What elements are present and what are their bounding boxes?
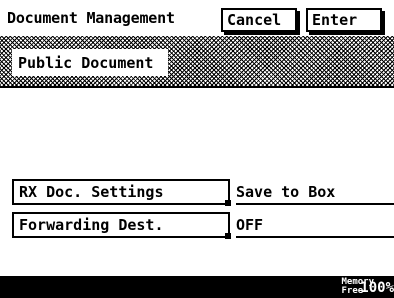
- enter-button[interactable]: Enter: [306, 8, 382, 32]
- forwarding-dest-value: OFF: [236, 212, 394, 238]
- status-bar: Memory Free 100%: [0, 276, 394, 298]
- document-type-field: Public Document: [12, 49, 168, 76]
- button-corner-mark: [225, 200, 231, 206]
- forwarding-dest-button[interactable]: Forwarding Dest.: [12, 212, 231, 239]
- forwarding-dest-label: Forwarding Dest.: [19, 216, 164, 234]
- rx-doc-settings-value: Save to Box: [236, 179, 394, 205]
- rx-doc-settings-label: RX Doc. Settings: [19, 183, 164, 201]
- button-corner-mark: [225, 233, 231, 239]
- rx-doc-settings-button[interactable]: RX Doc. Settings: [12, 179, 231, 206]
- cancel-button[interactable]: Cancel: [221, 8, 297, 32]
- memory-free-value: 100%: [360, 280, 394, 296]
- page-title: Document Management: [7, 9, 175, 27]
